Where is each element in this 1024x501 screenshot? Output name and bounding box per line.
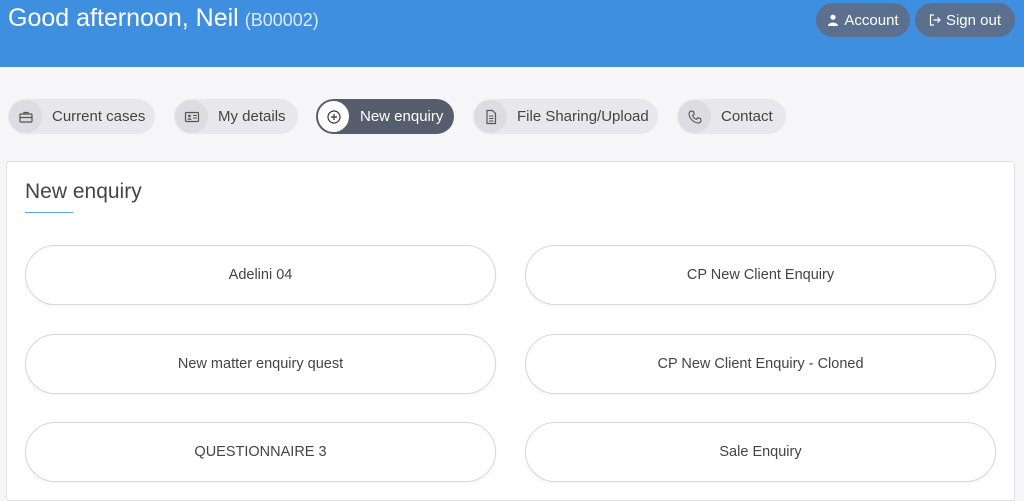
sign-out-button[interactable]: Sign out	[915, 3, 1015, 37]
greeting-heading: Good afternoon, Neil (B00002)	[8, 4, 319, 33]
nav-my-details[interactable]: My details	[174, 99, 298, 134]
enquiry-button-new-matter[interactable]: New matter enquiry quest	[25, 334, 496, 394]
nav-label: File Sharing/Upload	[517, 108, 649, 125]
new-enquiry-panel: New enquiry Adelini 04 CP New Client Enq…	[6, 161, 1015, 501]
top-header: Good afternoon, Neil (B00002) Account Sig…	[0, 0, 1024, 67]
id-card-icon	[175, 100, 208, 133]
enquiry-button-sale-enquiry[interactable]: Sale Enquiry	[525, 422, 996, 482]
sign-out-icon	[929, 14, 941, 26]
nav-label: Current cases	[52, 108, 146, 125]
user-icon	[828, 14, 839, 26]
account-label: Account	[844, 11, 899, 29]
enquiry-button-cp-new-client-cloned[interactable]: CP New Client Enquiry - Cloned	[525, 334, 996, 394]
nav-current-cases[interactable]: Current cases	[8, 99, 155, 134]
greeting-text: Good afternoon, Neil	[8, 4, 239, 32]
sign-out-label: Sign out	[945, 11, 1002, 29]
enquiry-button-cp-new-client[interactable]: CP New Client Enquiry	[525, 245, 996, 305]
panel-title: New enquiry	[25, 180, 142, 203]
nav-label: My details	[218, 108, 286, 125]
briefcase-icon	[9, 100, 42, 133]
document-icon	[474, 100, 507, 133]
phone-icon	[678, 100, 711, 133]
nav-label: New enquiry	[360, 108, 444, 125]
nav-new-enquiry[interactable]: New enquiry	[316, 99, 454, 134]
enquiry-button-adelini-04[interactable]: Adelini 04	[25, 245, 496, 305]
account-button[interactable]: Account	[816, 3, 910, 37]
nav-contact[interactable]: Contact	[677, 99, 786, 134]
enquiry-button-questionnaire-3[interactable]: QUESTIONNAIRE 3	[25, 422, 496, 482]
nav-label: Contact	[721, 108, 773, 125]
plus-circle-icon	[317, 100, 350, 133]
client-code: (B00002)	[244, 10, 319, 30]
nav-file-sharing-upload[interactable]: File Sharing/Upload	[473, 99, 658, 134]
title-underline	[25, 212, 73, 213]
